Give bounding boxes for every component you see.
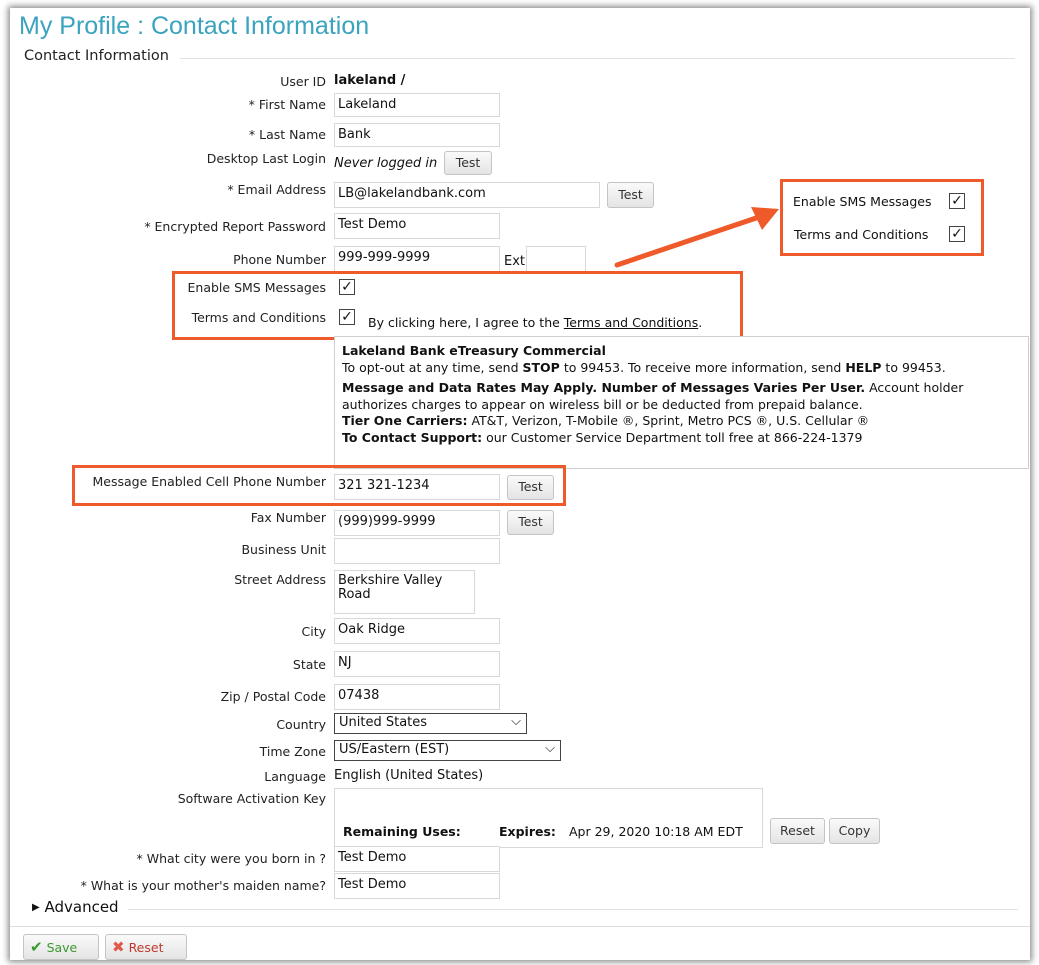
- remaining-uses-label: Remaining Uses:: [343, 824, 461, 839]
- footer-divider: [10, 926, 1030, 927]
- sms-checkbox[interactable]: ✓: [339, 279, 355, 295]
- country-select[interactable]: United States ⌵: [334, 713, 527, 734]
- first-name-input[interactable]: Lakeland: [334, 93, 500, 117]
- activation-key-box: Remaining Uses: Expires: Apr 29, 2020 10…: [334, 788, 763, 848]
- street-line1: Berkshire Valley: [338, 573, 443, 588]
- report-password-label: * Encrypted Report Password: [144, 219, 326, 234]
- zip-label: Zip / Postal Code: [220, 689, 326, 704]
- language-label: Language: [264, 769, 326, 784]
- chevron-down-icon: ⌵: [545, 741, 555, 756]
- terms-agree-prefix: By clicking here, I agree to the: [368, 315, 560, 330]
- cell-phone-test-button[interactable]: Test: [507, 475, 554, 500]
- sms-info-box: Lakeland Bank eTreasury Commercial To op…: [334, 336, 1029, 469]
- callout-sms-checkbox: ✓: [949, 193, 965, 209]
- street-label: Street Address: [234, 572, 326, 587]
- birth-city-input[interactable]: Test Demo: [334, 846, 500, 872]
- ext-input[interactable]: [526, 246, 586, 272]
- country-label: Country: [276, 717, 326, 732]
- city-input[interactable]: Oak Ridge: [334, 618, 500, 644]
- expires-value: Apr 29, 2020 10:18 AM EDT: [569, 824, 743, 839]
- callout-highlight-box: [780, 179, 984, 256]
- section-legend: Contact Information: [24, 48, 173, 64]
- street-input[interactable]: Berkshire Valley Road: [334, 570, 475, 614]
- terms-agree-suffix: .: [698, 315, 703, 330]
- fax-test-button[interactable]: Test: [507, 510, 554, 535]
- last-name-input[interactable]: Bank: [334, 123, 500, 147]
- sms-label: Enable SMS Messages: [187, 280, 326, 295]
- callout-arrow-icon: [614, 207, 779, 268]
- timezone-value: US/Eastern (EST): [339, 742, 450, 757]
- triangle-right-icon: ▶: [32, 902, 40, 913]
- desktop-last-login-label: Desktop Last Login: [206, 151, 326, 166]
- expires-label: Expires:: [499, 824, 556, 839]
- profile-window: My Profile : Contact Information Contact…: [10, 8, 1030, 960]
- state-label: State: [292, 657, 326, 672]
- save-label: Save: [46, 940, 78, 955]
- timezone-select[interactable]: US/Eastern (EST) ⌵: [334, 740, 561, 761]
- desktop-test-button[interactable]: Test: [444, 151, 492, 175]
- country-value: United States: [339, 715, 428, 730]
- callout-terms-checkbox: ✓: [949, 226, 965, 242]
- timezone-label: Time Zone: [259, 744, 326, 759]
- sms-info-support: To Contact Support: our Customer Service…: [342, 429, 863, 445]
- save-button[interactable]: ✔ Save: [23, 934, 99, 960]
- zip-input[interactable]: 07438: [334, 684, 500, 710]
- cell-phone-label: Message Enabled Cell Phone Number: [92, 474, 327, 489]
- activation-copy-button[interactable]: Copy: [829, 818, 880, 844]
- sms-info-rates: Message and Data Rates May Apply. Number…: [342, 380, 964, 412]
- callout-terms-label: Terms and Conditions: [794, 227, 929, 242]
- business-unit-input[interactable]: [334, 538, 500, 564]
- first-name-label: * First Name: [248, 97, 326, 112]
- email-label: * Email Address: [227, 182, 326, 197]
- phone-label: Phone Number: [233, 252, 326, 267]
- sms-info-carriers: Tier One Carriers: AT&T, Verizon, T-Mobi…: [342, 413, 870, 428]
- desktop-last-login-value: Never logged in: [334, 156, 438, 171]
- language-value: English (United States): [334, 768, 484, 783]
- page-title: My Profile : Contact Information: [19, 12, 370, 40]
- reset-button[interactable]: ✖ Reset: [105, 934, 187, 960]
- maiden-name-input[interactable]: Test Demo: [334, 873, 500, 899]
- ext-label: Ext: [504, 254, 526, 269]
- fax-input[interactable]: (999)999-9999: [334, 510, 500, 536]
- x-icon: ✖: [112, 938, 125, 956]
- terms-label: Terms and Conditions: [191, 310, 326, 325]
- terms-checkbox[interactable]: ✓: [339, 309, 355, 325]
- state-input[interactable]: NJ: [334, 651, 500, 677]
- chevron-down-icon: ⌵: [511, 714, 521, 729]
- business-unit-label: Business Unit: [241, 542, 326, 557]
- user-id-value: lakeland /: [334, 73, 406, 88]
- report-password-input[interactable]: Test Demo: [334, 213, 500, 239]
- advanced-label: Advanced: [44, 898, 119, 916]
- cell-phone-input[interactable]: 321 321-1234: [334, 474, 500, 500]
- email-input[interactable]: LB@lakelandbank.com: [334, 182, 600, 208]
- terms-link[interactable]: Terms and Conditions: [564, 315, 698, 330]
- checkmark-icon: ✔: [30, 938, 43, 956]
- user-id-label: User ID: [280, 74, 326, 89]
- advanced-toggle[interactable]: ▶ Advanced: [32, 898, 123, 916]
- sms-info-heading: Lakeland Bank eTreasury Commercial: [342, 343, 606, 358]
- maiden-name-label: * What is your mother's maiden name?: [80, 878, 326, 893]
- advanced-divider: [128, 909, 1018, 910]
- last-name-label: * Last Name: [248, 127, 326, 142]
- section-divider: [180, 58, 1015, 59]
- activation-reset-button[interactable]: Reset: [770, 818, 825, 844]
- terms-agree-text: By clicking here, I agree to the Terms a…: [368, 315, 702, 330]
- birth-city-label: * What city were you born in ?: [136, 851, 326, 866]
- sms-info-optout: To opt-out at any time, send STOP to 994…: [342, 359, 946, 375]
- city-label: City: [301, 624, 327, 639]
- fax-label: Fax Number: [250, 510, 326, 525]
- reset-label: Reset: [128, 940, 164, 955]
- callout-sms-label: Enable SMS Messages: [793, 194, 932, 209]
- phone-input[interactable]: 999-999-9999: [334, 246, 500, 272]
- street-line2: Road: [338, 587, 371, 602]
- activation-key-label: Software Activation Key: [177, 791, 326, 806]
